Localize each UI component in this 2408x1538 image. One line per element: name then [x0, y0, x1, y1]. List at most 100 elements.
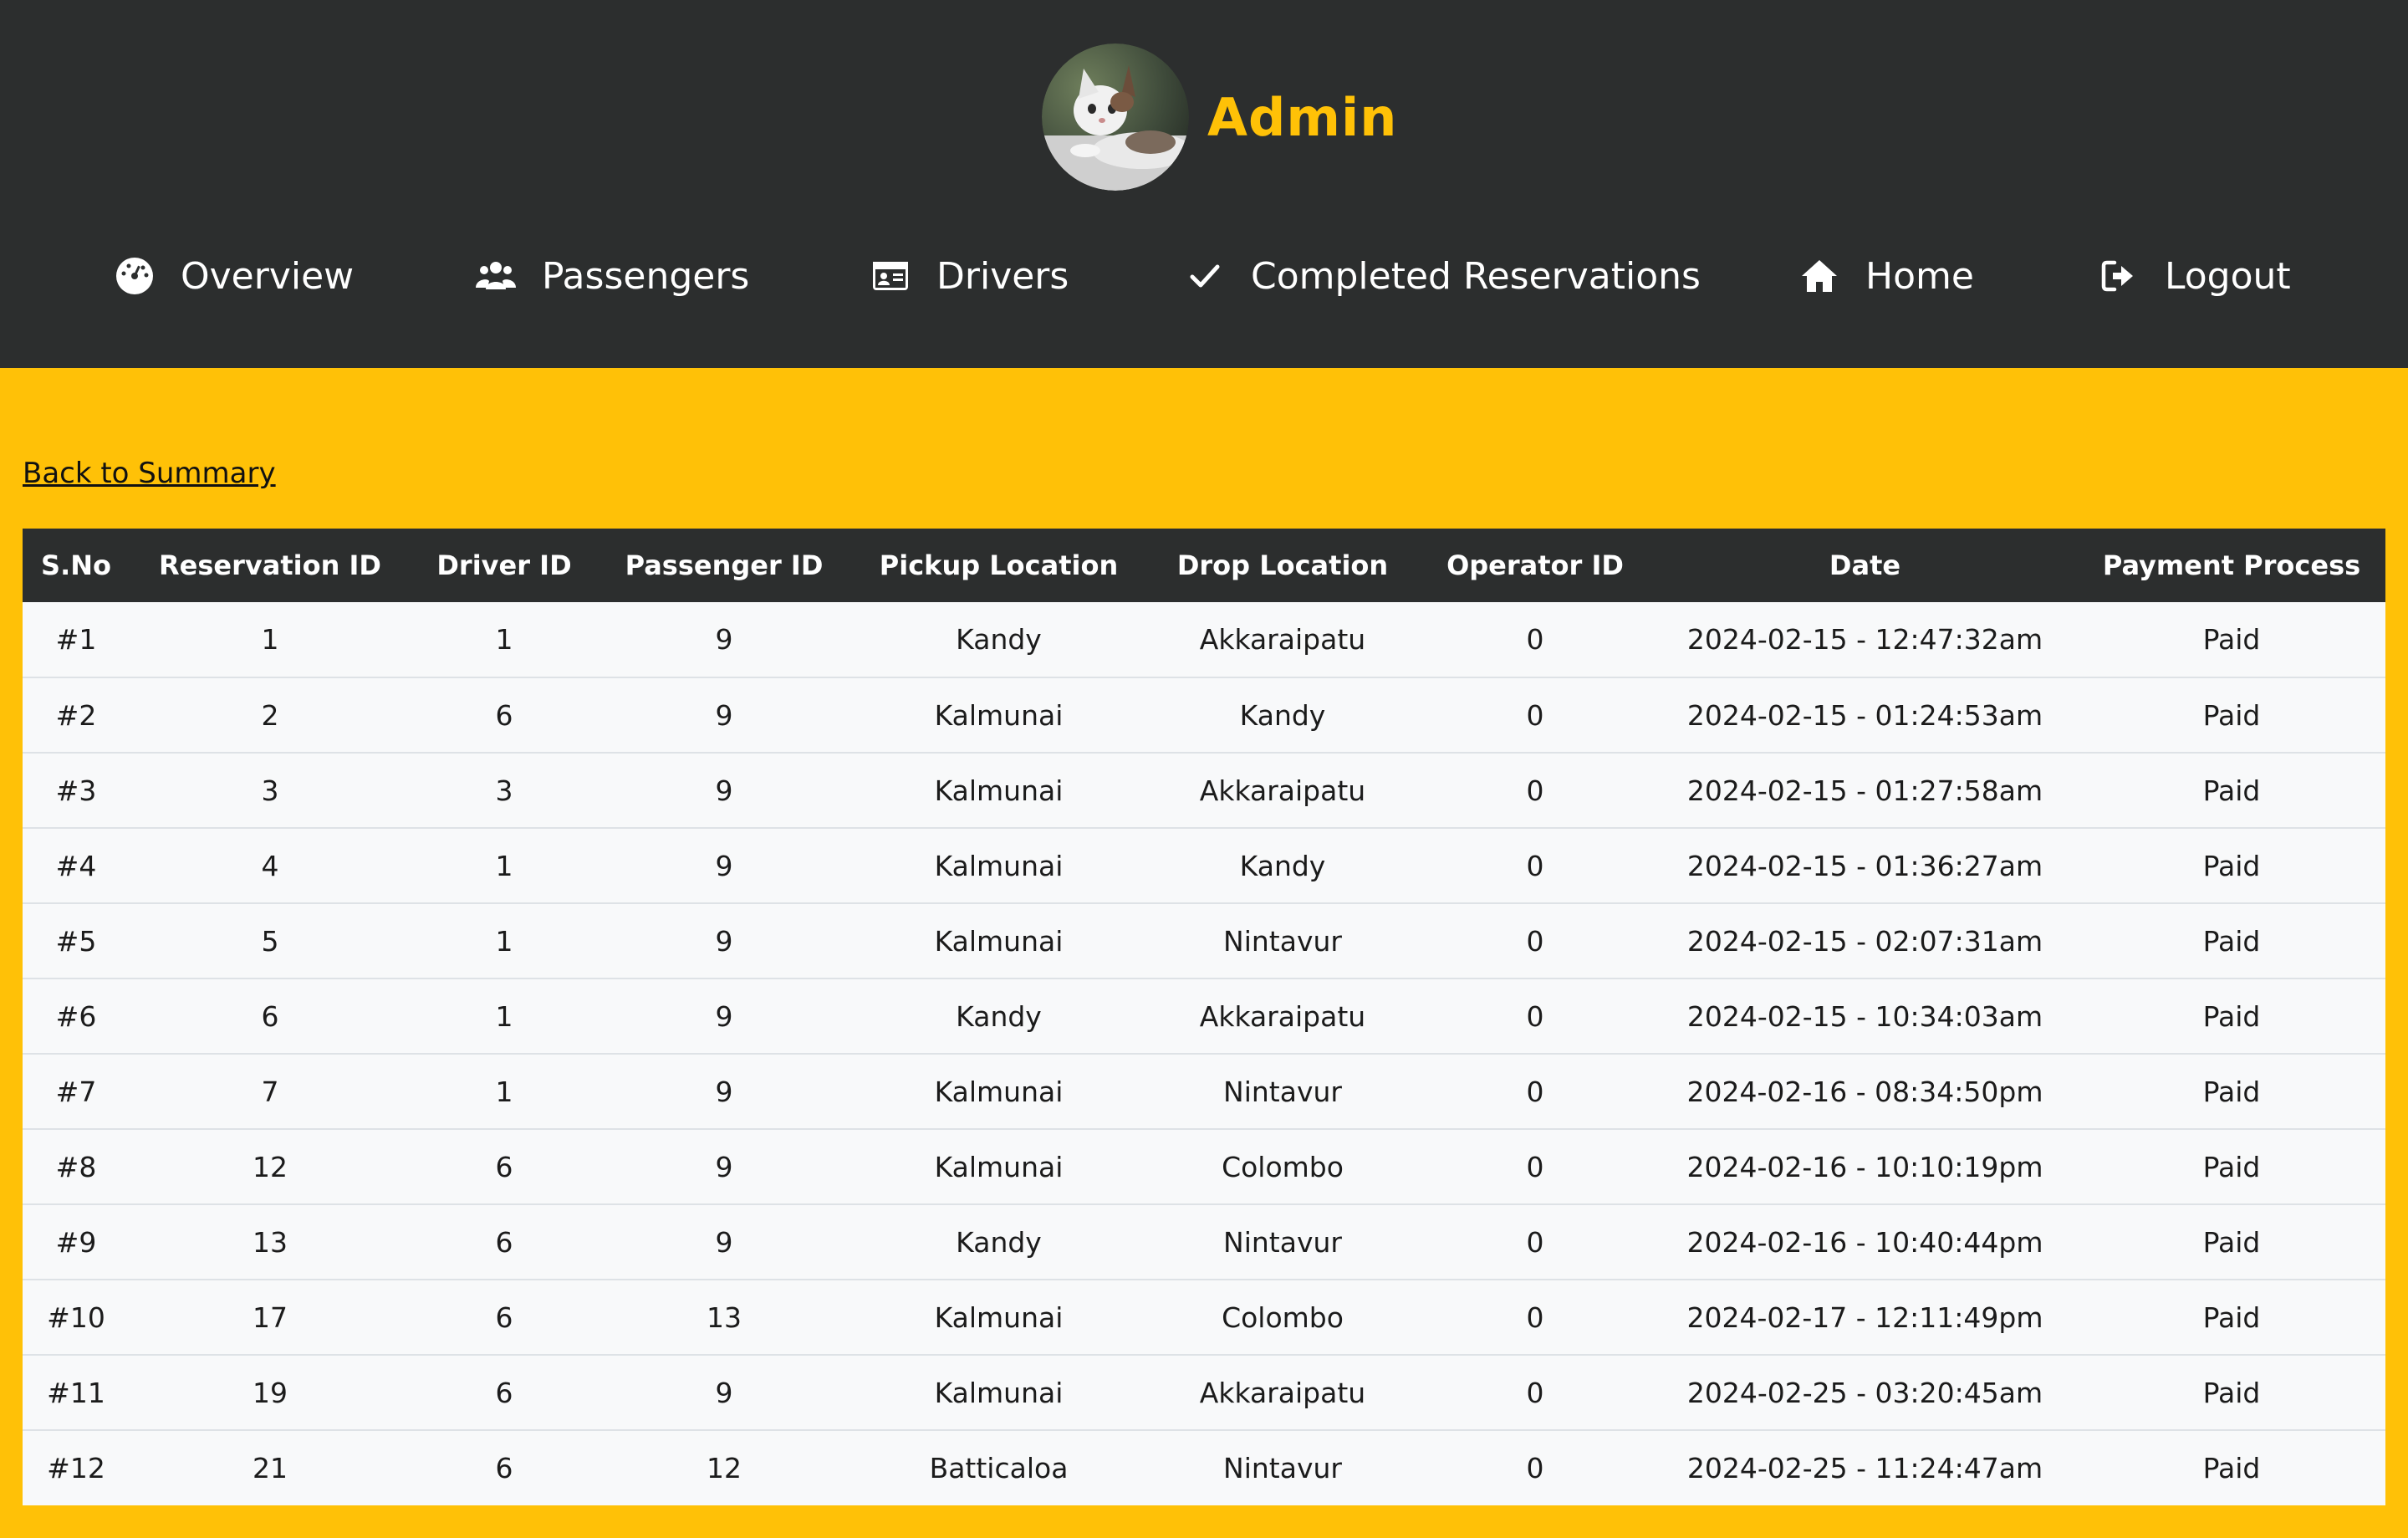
nav-item-home[interactable]: Home	[1798, 251, 1974, 301]
nav-item-completed-reservations[interactable]: Completed Reservations	[1184, 251, 1701, 301]
table-row: #4 4 1 9 Kalmunai Kandy 0 2024-02-15 - 01:36:27…	[23, 828, 2385, 903]
date-cell: 2024-02-15 - 01:27:58am	[1686, 774, 2043, 807]
column-header-passenger-id: Passenger ID	[625, 549, 824, 581]
reservation-id-cell: 1	[261, 623, 279, 656]
table-row: #7 7 1 9 Kalmunai Nintavur 0 2024-02-16 - 08:34…	[23, 1054, 2385, 1129]
pickup-location-cell: Kalmunai	[934, 924, 1064, 958]
sno-cell: #4	[55, 849, 97, 882]
passenger-id-cell: 9	[715, 623, 733, 656]
drop-location-cell: Nintavur	[1223, 1075, 1342, 1108]
payment-process-cell: Paid	[2202, 849, 2261, 882]
table-row: #2 2 6 9 Kalmunai Kandy 0 2024-02-15 - 01:24:53…	[23, 677, 2385, 753]
brand-name: Admin	[1207, 86, 1398, 148]
reservation-id-cell: 7	[261, 1075, 279, 1108]
date-cell: 2024-02-15 - 01:24:53am	[1686, 698, 2043, 732]
pickup-location-cell: Kandy	[956, 623, 1042, 656]
date-cell: 2024-02-16 - 10:10:19pm	[1686, 1150, 2043, 1183]
brand: Admin	[1042, 42, 1397, 192]
table-body: #1 1 1 9 Kandy Akkaraipatu 0 2024-02-15 - 12:47…	[23, 602, 2385, 1505]
pickup-location-cell: Kalmunai	[934, 1300, 1064, 1334]
pickup-location-cell: Kalmunai	[934, 1376, 1064, 1409]
passenger-id-cell: 9	[715, 1376, 733, 1409]
driver-id-cell: 6	[495, 1300, 513, 1334]
column-header-date: Date	[1829, 549, 1901, 581]
drop-location-cell: Colombo	[1222, 1150, 1344, 1183]
sno-cell: #1	[55, 623, 97, 656]
drop-location-cell: Akkaraipatu	[1199, 774, 1366, 807]
nav-item-logout[interactable]: Logout	[2098, 251, 2291, 301]
payment-process-cell: Paid	[2202, 623, 2261, 656]
reservations-table: S.No Reservation ID Driver ID Passenger …	[23, 529, 2385, 1505]
pickup-location-cell: Batticaloa	[929, 1452, 1069, 1484]
drop-location-cell: Kandy	[1239, 849, 1326, 882]
driver-id-cell: 1	[495, 623, 513, 656]
date-cell: 2024-02-15 - 02:07:31am	[1686, 924, 2043, 958]
column-header-payment-process: Payment Process	[2102, 549, 2361, 581]
reservation-id-cell: 13	[253, 1225, 288, 1259]
passenger-id-cell: 9	[715, 774, 733, 807]
date-cell: 2024-02-16 - 08:34:50pm	[1686, 1075, 2043, 1108]
pickup-location-cell: Kalmunai	[934, 774, 1064, 807]
payment-process-cell: Paid	[2202, 774, 2261, 807]
reservation-id-cell: 5	[261, 924, 279, 958]
table-row: #12 21 6 12 Batticaloa Nintavur 0 2024-02-25 - …	[23, 1430, 2385, 1505]
nav-item-drivers[interactable]: Drivers	[870, 251, 1069, 301]
nav-label-drivers: Drivers	[936, 254, 1069, 298]
driver-id-cell: 1	[495, 924, 513, 958]
reservation-id-cell: 12	[253, 1150, 288, 1183]
driver-id-cell: 6	[495, 1150, 513, 1183]
reservation-id-cell: 4	[261, 849, 279, 882]
passenger-id-cell: 9	[715, 849, 733, 882]
payment-process-cell: Paid	[2202, 924, 2261, 958]
date-cell: 2024-02-15 - 10:34:03am	[1686, 999, 2043, 1033]
column-header-sno: S.No	[41, 549, 111, 581]
sno-cell: #7	[55, 1075, 97, 1108]
table-row: #8 12 6 9 Kalmunai Colombo 0 2024-02-16 - 10:10…	[23, 1129, 2385, 1204]
column-header-pickup-location: Pickup Location	[879, 549, 1119, 581]
drop-location-cell: Nintavur	[1223, 1225, 1342, 1259]
users-icon	[475, 255, 517, 297]
column-header-driver-id: Driver ID	[436, 549, 572, 581]
drop-location-cell: Kandy	[1239, 698, 1326, 732]
sno-cell: #5	[55, 924, 97, 958]
date-cell: 2024-02-15 - 12:47:32am	[1686, 623, 2043, 656]
payment-process-cell: Paid	[2202, 1150, 2261, 1183]
passenger-id-cell: 9	[715, 999, 733, 1033]
table-row: #5 5 1 9 Kalmunai Nintavur 0 2024-02-15 - 02:07…	[23, 903, 2385, 978]
date-cell: 2024-02-15 - 01:36:27am	[1686, 849, 2043, 882]
driver-id-cell: 1	[495, 1075, 513, 1108]
reservation-id-cell: 21	[253, 1452, 288, 1484]
driver-id-cell: 6	[495, 1376, 513, 1409]
table-row: #9 13 6 9 Kandy Nintavur 0 2024-02-16 - 10:40:4…	[23, 1204, 2385, 1280]
passenger-id-cell: 9	[715, 1075, 733, 1108]
sno-cell: #2	[55, 698, 97, 732]
drop-location-cell: Colombo	[1222, 1300, 1344, 1334]
nav-item-overview[interactable]: Overview	[114, 251, 354, 301]
nav-item-passengers[interactable]: Passengers	[475, 251, 749, 301]
payment-process-cell: Paid	[2202, 1225, 2261, 1259]
operator-id-cell: 0	[1526, 774, 1544, 807]
operator-id-cell: 0	[1526, 849, 1544, 882]
reservations-table-container: S.No Reservation ID Driver ID Passenger …	[23, 529, 2385, 1505]
passenger-id-cell: 12	[707, 1452, 742, 1484]
date-cell: 2024-02-16 - 10:40:44pm	[1686, 1225, 2043, 1259]
pickup-location-cell: Kalmunai	[934, 849, 1064, 882]
operator-id-cell: 0	[1526, 1075, 1544, 1108]
column-header-operator-id: Operator ID	[1446, 549, 1624, 581]
back-to-summary-link[interactable]: Back to Summary	[23, 457, 276, 490]
passenger-id-cell: 9	[715, 1225, 733, 1259]
drop-location-cell: Nintavur	[1223, 1452, 1342, 1484]
logout-icon	[2098, 255, 2140, 297]
payment-process-cell: Paid	[2202, 1075, 2261, 1108]
table-header-row: S.No Reservation ID Driver ID Passenger …	[23, 529, 2385, 602]
table-row: #6 6 1 9 Kandy Akkaraipatu 0 2024-02-15 - 10:34…	[23, 978, 2385, 1054]
sno-cell: #3	[55, 774, 97, 807]
gauge-icon	[114, 255, 156, 297]
cat-avatar	[1042, 43, 1189, 191]
table-row: #11 19 6 9 Kalmunai Akkaraipatu 0 2024-02-25 - …	[23, 1355, 2385, 1430]
home-icon	[1798, 255, 1840, 297]
driver-id-cell: 1	[495, 999, 513, 1033]
nav-label-passengers: Passengers	[542, 254, 750, 298]
driver-id-cell: 6	[495, 1452, 513, 1484]
column-header-reservation-id: Reservation ID	[159, 549, 381, 581]
